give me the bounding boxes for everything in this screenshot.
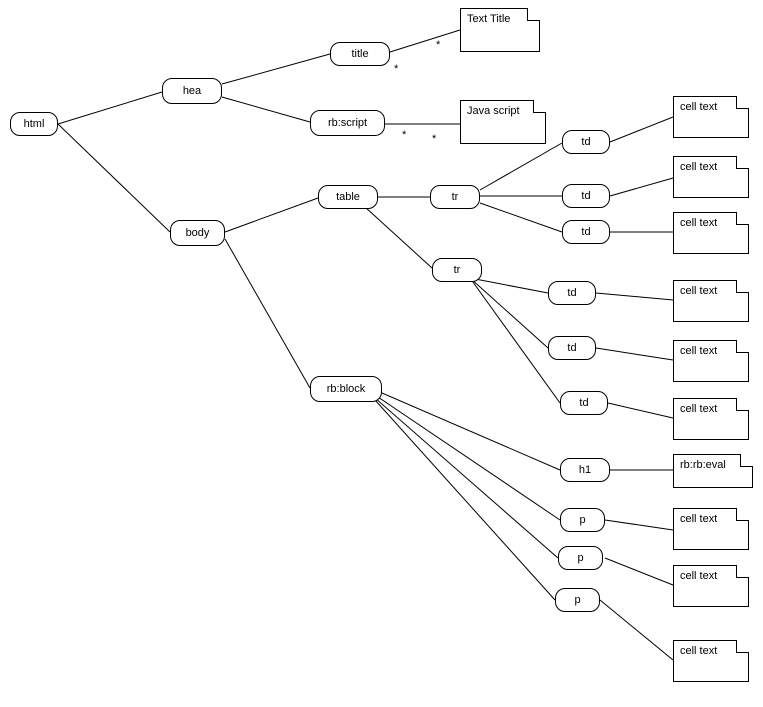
- node-hea: hea: [162, 78, 222, 104]
- node-p2: p: [558, 546, 603, 570]
- node-rbscript: rb:script: [310, 110, 385, 136]
- label: td: [581, 136, 590, 148]
- label: title: [351, 48, 368, 60]
- node-td4: td: [548, 281, 596, 305]
- label: rb:block: [327, 383, 366, 395]
- label: td: [581, 190, 590, 202]
- label: p: [577, 552, 583, 564]
- star-1: *: [436, 40, 440, 51]
- edges: [0, 0, 763, 707]
- label: html: [24, 118, 45, 130]
- label: p: [574, 594, 580, 606]
- doc-cell-9: cell text: [673, 640, 749, 682]
- label: tr: [454, 264, 461, 276]
- label: td: [581, 226, 590, 238]
- node-td5: td: [548, 336, 596, 360]
- doc-cell-4: cell text: [673, 280, 749, 322]
- label: cell text: [680, 645, 717, 657]
- star-4: *: [432, 134, 436, 145]
- label: cell text: [680, 345, 717, 357]
- node-p1: p: [560, 508, 605, 532]
- doc-cell-6: cell text: [673, 398, 749, 440]
- star-2: *: [394, 64, 398, 75]
- doc-cell-5: cell text: [673, 340, 749, 382]
- doc-cell-7: cell text: [673, 508, 749, 550]
- label: Text Title: [467, 13, 510, 25]
- label: cell text: [680, 285, 717, 297]
- label: Java script: [467, 105, 520, 117]
- doc-cell-3: cell text: [673, 212, 749, 254]
- label: cell text: [680, 101, 717, 113]
- label: rb:rb:eval: [680, 459, 726, 471]
- label: td: [579, 397, 588, 409]
- tree-diagram: { "nodes": { "html": "html", "hea": "hea…: [0, 0, 763, 707]
- label: table: [336, 191, 360, 203]
- doc-cell-2: cell text: [673, 156, 749, 198]
- label: rb:script: [328, 117, 367, 129]
- doc-text-title: Text Title: [460, 8, 540, 52]
- node-td6: td: [560, 391, 608, 415]
- node-td1: td: [562, 130, 610, 154]
- label: cell text: [680, 217, 717, 229]
- node-td3: td: [562, 220, 610, 244]
- doc-cell-1: cell text: [673, 96, 749, 138]
- doc-rb-eval: rb:rb:eval: [673, 454, 753, 488]
- node-h1: h1: [560, 458, 610, 482]
- node-table: table: [318, 185, 378, 209]
- node-p3: p: [555, 588, 600, 612]
- node-rbblock: rb:block: [310, 376, 382, 402]
- label: td: [567, 342, 576, 354]
- label: cell text: [680, 570, 717, 582]
- node-tr1: tr: [430, 185, 480, 209]
- node-body: body: [170, 220, 225, 246]
- doc-cell-8: cell text: [673, 565, 749, 607]
- node-tr2: tr: [432, 258, 482, 282]
- label: cell text: [680, 161, 717, 173]
- label: tr: [452, 191, 459, 203]
- label: h1: [579, 464, 591, 476]
- star-3: *: [402, 130, 406, 141]
- node-html: html: [10, 112, 58, 136]
- label: hea: [183, 85, 201, 97]
- doc-java-script: Java script: [460, 100, 546, 144]
- node-td2: td: [562, 184, 610, 208]
- label: body: [186, 227, 210, 239]
- node-title: title: [330, 42, 390, 66]
- label: cell text: [680, 403, 717, 415]
- label: td: [567, 287, 576, 299]
- label: cell text: [680, 513, 717, 525]
- label: p: [579, 514, 585, 526]
